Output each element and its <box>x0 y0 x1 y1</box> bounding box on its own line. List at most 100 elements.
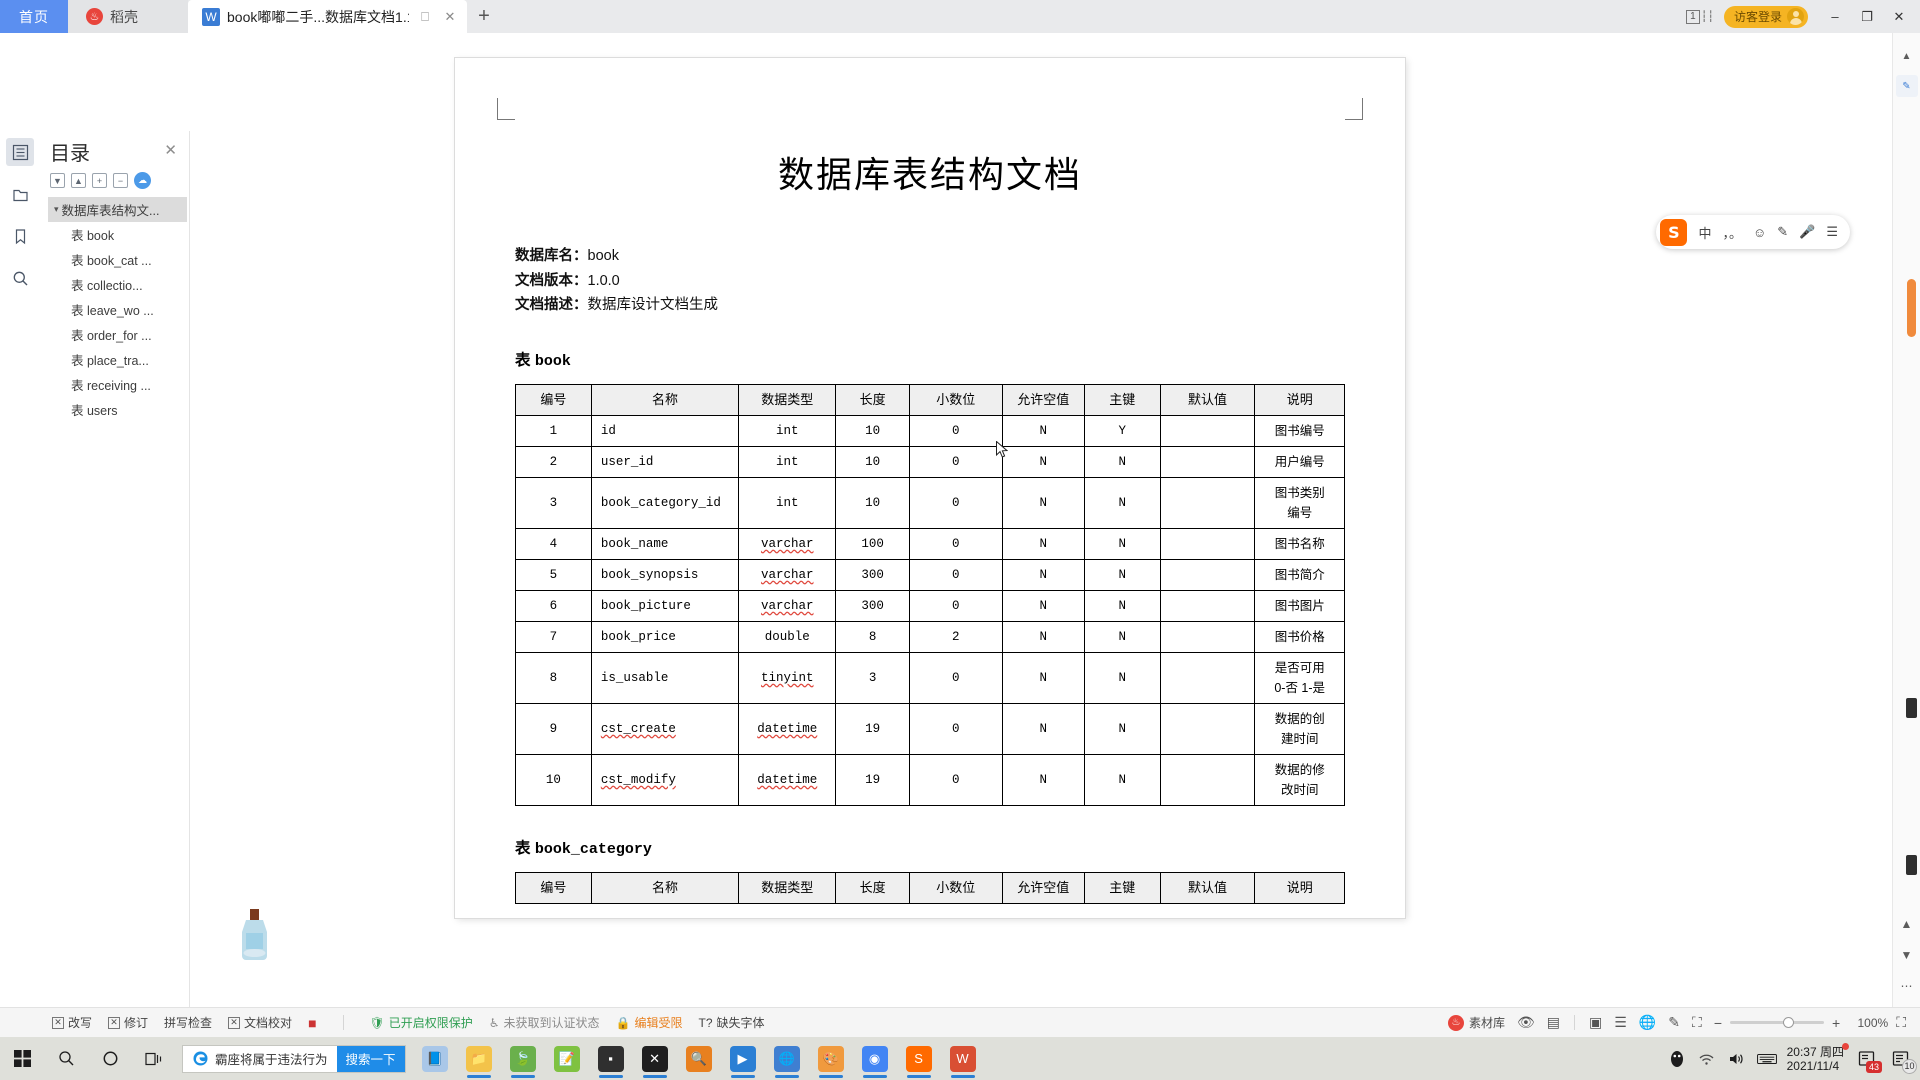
edit-pen-icon[interactable]: ✎ <box>1895 75 1918 97</box>
full-page-icon[interactable]: ▣ <box>1589 1014 1602 1031</box>
globe-app-icon[interactable]: 🌐 <box>766 1037 808 1080</box>
outline-item-collection[interactable]: 表 collectio... <box>48 272 189 297</box>
wps-app-icon[interactable]: W <box>942 1037 984 1080</box>
page-down-icon[interactable]: ▼ <box>1896 944 1918 966</box>
outline-view-icon[interactable]: ☰ <box>1614 1014 1627 1031</box>
action-center-button[interactable]: 10 <box>1888 1047 1917 1074</box>
outline-item-leave-word[interactable]: 表 leave_wo ... <box>48 297 189 322</box>
cell-no: 7 <box>515 620 592 653</box>
scroll-marker-upper[interactable] <box>1906 698 1917 718</box>
outline-item-book-category[interactable]: 表 book_cat ... <box>48 247 189 272</box>
windows-start-icon[interactable] <box>0 1037 44 1080</box>
zoom-slider[interactable] <box>1730 1017 1824 1028</box>
dev-app-icon[interactable]: ✕ <box>634 1037 676 1080</box>
eye-view-icon[interactable]: 👁 <box>1517 1014 1535 1031</box>
emoji-icon[interactable]: ☺ <box>1753 225 1766 240</box>
taskbar-clock[interactable]: 20:37 周四 2021/11/4 <box>1787 1042 1849 1073</box>
outline-item-users[interactable]: 表 users <box>48 397 189 422</box>
outline-item-order-form[interactable]: 表 order_for ... <box>48 322 189 347</box>
guest-login-button[interactable]: 访客登录 <box>1723 5 1808 28</box>
outline-item-receiving[interactable]: 表 receiving ... <box>48 372 189 397</box>
status-edit-restricted[interactable]: 🔒 编辑受限 <box>616 1014 683 1031</box>
notepad-app-icon[interactable]: 📘 <box>414 1037 456 1080</box>
file-explorer-icon[interactable]: 📁 <box>458 1037 500 1080</box>
collapse-up-button[interactable]: ▲ <box>71 173 86 188</box>
keyboard-icon[interactable] <box>1756 1049 1777 1069</box>
cortana-icon[interactable] <box>88 1037 132 1080</box>
more-options-icon[interactable]: ⋯ <box>1896 975 1918 997</box>
tab-restore-icon[interactable]: ⎕ <box>416 8 434 26</box>
sogou-app-icon-glyph: S <box>905 1045 932 1072</box>
zoom-in-button[interactable]: + <box>1832 1015 1840 1031</box>
taskbar-search-text[interactable]: 霸座将属于违法行为 <box>183 1049 337 1068</box>
green-app-icon[interactable]: 🍃 <box>502 1037 544 1080</box>
qq-penguin-icon[interactable] <box>1667 1049 1687 1069</box>
search-icon[interactable] <box>6 264 34 292</box>
volume-icon[interactable] <box>1727 1049 1747 1069</box>
page-up-icon[interactable]: ▲ <box>1896 45 1918 67</box>
taskbar-search-box[interactable]: 霸座将属于违法行为 搜索一下 <box>182 1044 406 1073</box>
collapse-down-button[interactable]: ▼ <box>50 173 65 188</box>
fit-screen-icon[interactable]: ⛶ <box>1692 1014 1702 1031</box>
sogou-app-icon[interactable]: S <box>898 1037 940 1080</box>
zoom-out-button[interactable]: − <box>1714 1015 1722 1031</box>
hamburger-icon[interactable]: ☰ <box>1826 224 1838 240</box>
close-icon[interactable]: ✕ <box>160 137 181 163</box>
microphone-icon[interactable]: 🎤 <box>1799 224 1815 240</box>
status-certification[interactable]: ♿ 未获取到认证状态 <box>489 1014 600 1031</box>
folder-icon[interactable] <box>6 180 34 208</box>
maximize-icon[interactable]: ❐ <box>1852 2 1882 32</box>
ime-language-toggle[interactable]: 中 <box>1698 223 1711 242</box>
cloud-sync-button[interactable]: ☁ <box>134 172 151 189</box>
pen-icon[interactable]: ✎ <box>1777 224 1788 240</box>
search-submit-button[interactable]: 搜索一下 <box>336 1045 405 1072</box>
notification-center-button[interactable]: 43 <box>1854 1047 1882 1073</box>
document-page[interactable]: 数据库表结构文档 数据库名：book 文档版本：1.0.0 文档描述：数据库设计… <box>455 58 1405 918</box>
tab-document[interactable]: book嘟嘟二手...数据库文档1.1 ⎕ ✕ <box>188 0 467 33</box>
status-permission-protected[interactable]: 🛡 已开启权限保护 <box>370 1014 473 1031</box>
new-tab-button[interactable]: + <box>467 0 501 33</box>
status-revision[interactable]: ✕ 修订 <box>108 1014 148 1031</box>
expand-all-button[interactable]: + <box>92 173 107 188</box>
zoom-slider-handle[interactable] <box>1783 1017 1794 1028</box>
vertical-scrollbar-track[interactable] <box>1907 279 1916 949</box>
minimize-icon[interactable]: – <box>1820 2 1850 32</box>
status-spellcheck[interactable]: 拼写检查 <box>164 1014 212 1031</box>
status-overwrite[interactable]: ✕ 改写 <box>52 1014 92 1031</box>
pen-annotate-icon[interactable]: ✎ <box>1668 1014 1680 1031</box>
search-icon[interactable] <box>44 1037 88 1080</box>
ime-punctuation-toggle[interactable]: ，。 <box>1722 223 1742 242</box>
tab-close-icon[interactable]: ✕ <box>441 8 459 26</box>
window-count[interactable]: 1 ┆┆ <box>1686 9 1714 24</box>
page-layout-icon[interactable]: ▤ <box>1547 1014 1560 1031</box>
media-app-icon[interactable]: ▶ <box>722 1037 764 1080</box>
page-up-icon[interactable]: ▲ <box>1896 913 1918 935</box>
task-view-icon[interactable] <box>132 1037 176 1080</box>
bookmark-icon[interactable] <box>6 222 34 250</box>
tab-daoke[interactable]: ♨ 稻壳 <box>68 0 188 33</box>
status-proofread[interactable]: ✕ 文档校对 <box>228 1014 292 1031</box>
outline-item-book[interactable]: 表 book <box>48 222 189 247</box>
editor-app-icon[interactable]: 📝 <box>546 1037 588 1080</box>
search-app-icon[interactable]: 🔍 <box>678 1037 720 1080</box>
paint-app-icon[interactable]: 🎨 <box>810 1037 852 1080</box>
document-canvas[interactable]: 数据库表结构文档 数据库名：book 文档版本：1.0.0 文档描述：数据库设计… <box>191 33 1892 1007</box>
chevron-down-icon: ▾ <box>54 204 59 214</box>
chrome-app-icon[interactable]: ◉ <box>854 1037 896 1080</box>
wifi-icon[interactable] <box>1697 1049 1717 1069</box>
outline-item-place-trade[interactable]: 表 place_tra... <box>48 347 189 372</box>
fullscreen-icon[interactable]: ⛶ <box>1896 1014 1906 1031</box>
scroll-marker-lower[interactable] <box>1906 855 1917 875</box>
terminal-icon[interactable]: ▪ <box>590 1037 632 1080</box>
web-view-icon[interactable]: 🌐 <box>1639 1014 1656 1031</box>
outline-icon[interactable] <box>6 138 34 166</box>
material-library-button[interactable]: ♨ 素材库 <box>1448 1014 1505 1031</box>
tab-home[interactable]: 首页 <box>0 0 68 33</box>
status-missing-font[interactable]: T? 缺失字体 <box>699 1014 765 1031</box>
outline-item-root[interactable]: ▾ 数据库表结构文... <box>48 197 187 222</box>
input-method-bar[interactable]: S 中 ，。 ☺ ✎ 🎤 ☰ <box>1656 215 1850 249</box>
vertical-scrollbar-thumb[interactable] <box>1907 279 1916 337</box>
col-header-no: 编号 <box>515 383 592 416</box>
collapse-all-button[interactable]: − <box>113 173 128 188</box>
close-icon[interactable]: ✕ <box>1884 2 1914 32</box>
